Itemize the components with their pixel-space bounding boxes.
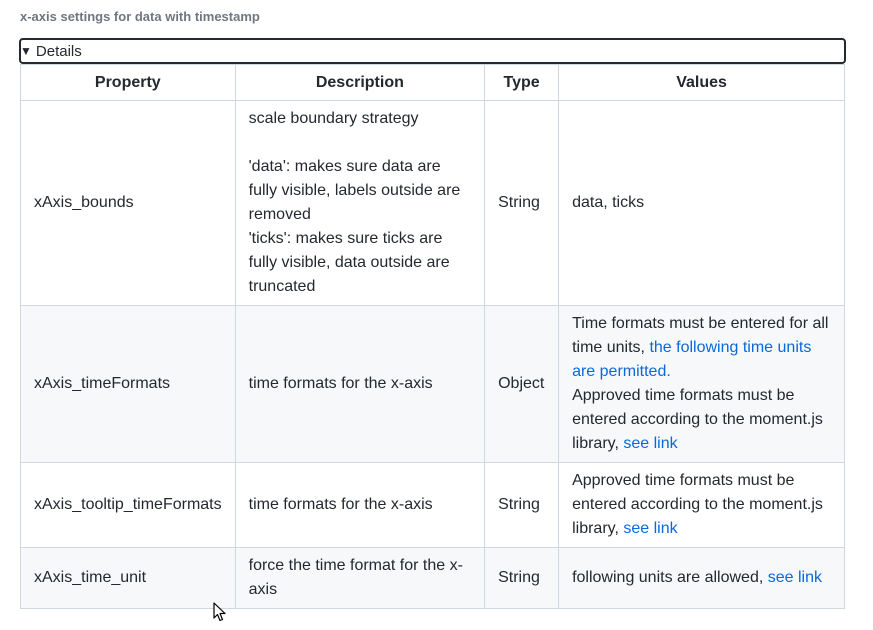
triangle-down-icon[interactable]: ▼ <box>20 40 32 62</box>
description-cell: time formats for the x-axis <box>234 462 486 548</box>
table-row: xAxis_tooltip_timeFormats time formats f… <box>20 462 845 548</box>
property-cell: xAxis_timeFormats <box>20 305 236 463</box>
values-cell: Time formats must be entered for all tim… <box>558 305 845 463</box>
time-units-link[interactable]: see link <box>768 569 822 586</box>
table-row: xAxis_bounds scale boundary strategy 'da… <box>20 100 845 306</box>
type-cell: String <box>484 462 560 548</box>
values-cell: data, ticks <box>558 100 845 306</box>
column-header-type: Type <box>484 64 560 101</box>
description-cell: time formats for the x-axis <box>234 305 486 463</box>
values-text: Approved time formats must be entered ac… <box>572 387 823 452</box>
description-text: scale boundary strategy <box>248 110 419 127</box>
description-cell: scale boundary strategy 'data': makes su… <box>234 100 486 306</box>
type-cell: String <box>484 100 560 306</box>
mouse-pointer-icon <box>213 602 226 622</box>
section-heading: x-axis settings for data with timestamp <box>20 9 260 24</box>
details-summary[interactable]: ▼ Details <box>19 38 846 64</box>
moment-js-link[interactable]: see link <box>623 520 677 537</box>
settings-table: Property Description Type Values xAxis_b… <box>20 64 845 609</box>
values-cell: Approved time formats must be entered ac… <box>558 462 845 548</box>
values-text: Approved time formats must be entered ac… <box>572 472 823 537</box>
property-cell: xAxis_time_unit <box>20 547 236 609</box>
description-text: 'ticks': makes sure ticks are fully visi… <box>248 230 450 295</box>
property-cell: xAxis_tooltip_timeFormats <box>20 462 236 548</box>
type-cell: String <box>484 547 560 609</box>
column-header-values: Values <box>558 64 845 101</box>
property-cell: xAxis_bounds <box>20 100 236 306</box>
description-text: 'data': makes sure data are fully visibl… <box>248 158 461 223</box>
column-header-description: Description <box>234 64 486 101</box>
type-cell: Object <box>484 305 560 463</box>
description-cell: force the time format for the x-axis <box>234 547 486 609</box>
column-header-property: Property <box>20 64 236 101</box>
values-text: following units are allowed, <box>572 569 764 586</box>
table-header-row: Property Description Type Values <box>20 64 845 101</box>
table-row: xAxis_timeFormats time formats for the x… <box>20 305 845 463</box>
table-row: xAxis_time_unit force the time format fo… <box>20 547 845 609</box>
moment-js-link[interactable]: see link <box>623 435 677 452</box>
values-cell: following units are allowed, see link <box>558 547 845 609</box>
details-summary-label: Details <box>35 43 82 60</box>
